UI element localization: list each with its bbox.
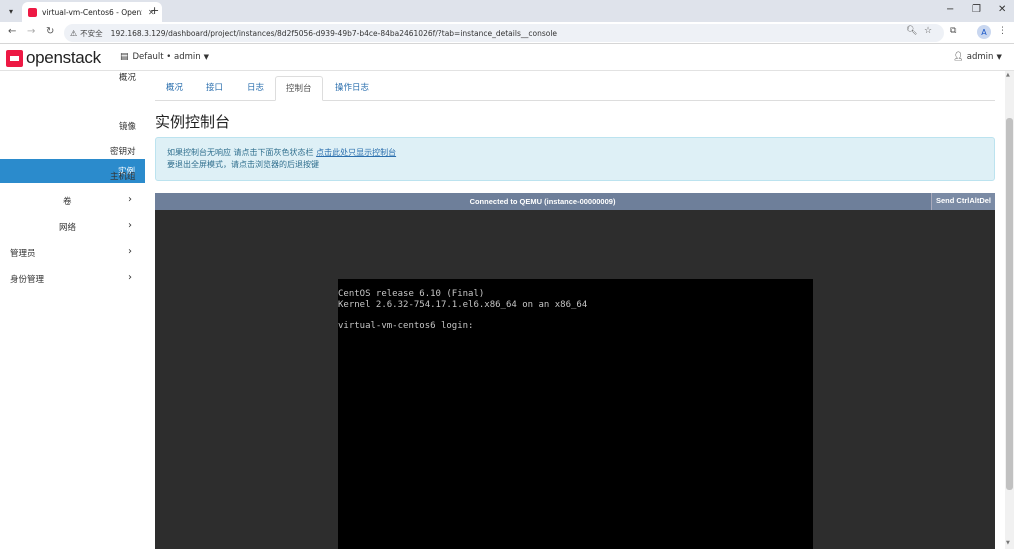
browser-tab[interactable]: virtual-vm-Centos6 - OpenSt ✕ bbox=[22, 2, 162, 22]
console-status-bar[interactable]: Connected to QEMU (instance-00000009) Se… bbox=[155, 193, 995, 210]
sidebar-item-images[interactable]: 镜像 bbox=[119, 120, 136, 132]
restore-icon[interactable]: ❐ bbox=[972, 4, 981, 15]
browser-address-bar: ← → ↻ ⚠ 不安全 192.168.3.129/dashboard/proj… bbox=[0, 22, 1014, 44]
info-alert: 如果控制台无响应 请点击下面灰色状态栏 点击此处只显示控制台 要退出全屏模式，请… bbox=[155, 137, 995, 181]
tab-console[interactable]: 控制台 bbox=[275, 76, 323, 101]
minimize-icon[interactable]: − bbox=[946, 4, 954, 15]
tab-overview[interactable]: 概况 bbox=[156, 76, 193, 101]
dashboard-header: openstack ▤ Default • admin ▼ 👤︎ admin ▼ bbox=[0, 44, 1014, 71]
chevron-right-icon[interactable]: › bbox=[128, 246, 132, 257]
terminal-line: CentOS release 6.10 (Final) bbox=[338, 289, 485, 299]
browser-menu-icon[interactable]: ⋮ bbox=[998, 26, 1007, 36]
profile-avatar[interactable]: A bbox=[977, 25, 991, 39]
openstack-logo-icon bbox=[6, 49, 23, 67]
chevron-right-icon[interactable]: › bbox=[128, 220, 132, 231]
console-status-text: Connected to QEMU (instance-00000009) bbox=[469, 197, 616, 206]
tab-interfaces[interactable]: 接口 bbox=[196, 76, 233, 101]
back-icon[interactable]: ← bbox=[8, 26, 16, 37]
page-title: 实例控制台 bbox=[155, 113, 231, 131]
logo-text: openstack bbox=[26, 48, 101, 67]
browser-tab-strip: ▾ virtual-vm-Centos6 - OpenSt ✕ + − ❐ ✕ bbox=[0, 0, 1014, 22]
scroll-down-icon[interactable]: ▼ bbox=[1006, 540, 1010, 546]
console-only-link[interactable]: 点击此处只显示控制台 bbox=[316, 148, 396, 157]
browser-tab-title: virtual-vm-Centos6 - OpenSt bbox=[42, 7, 142, 17]
sidebar: 概况 实例 镜像 密钥对 主机组 卷 › 网络 › 管理员 › 身份管理 › bbox=[0, 71, 145, 549]
openstack-logo[interactable]: openstack bbox=[6, 48, 101, 68]
sidebar-item-server-groups[interactable]: 主机组 bbox=[110, 170, 136, 182]
caret-down-icon: ▼ bbox=[996, 53, 1002, 61]
alert-text: 要退出全屏模式，请点击浏览器的后退按键 bbox=[167, 160, 319, 169]
window-close-icon[interactable]: ✕ bbox=[998, 4, 1006, 15]
reload-icon[interactable]: ↻ bbox=[46, 26, 54, 37]
insecure-label[interactable]: 不安全 bbox=[80, 28, 103, 39]
url-text: 192.168.3.129/dashboard/project/instance… bbox=[110, 28, 558, 38]
forward-icon[interactable]: → bbox=[27, 26, 35, 37]
send-ctrl-alt-del-button[interactable]: Send CtrlAltDel bbox=[930, 193, 995, 210]
chevron-right-icon[interactable]: › bbox=[128, 272, 132, 283]
user-menu[interactable]: 👤︎ admin ▼ bbox=[953, 52, 1002, 62]
caret-down-icon: ▼ bbox=[203, 53, 210, 61]
terminal-line: Kernel 2.6.32-754.17.1.el6.x86_64 on an … bbox=[338, 299, 588, 310]
sidebar-item-identity[interactable]: 身份管理 bbox=[10, 273, 44, 285]
user-menu-label: admin bbox=[966, 52, 994, 62]
warning-icon[interactable]: ⚠ bbox=[70, 29, 77, 38]
openstack-favicon-icon bbox=[28, 7, 37, 17]
tab-action-log[interactable]: 操作日志 bbox=[325, 76, 379, 101]
alert-text: 如果控制台无响应 请点击下面灰色状态栏 bbox=[167, 148, 314, 157]
sidebar-item-keypairs[interactable]: 密钥对 bbox=[110, 145, 136, 157]
sidebar-item-network[interactable]: 网络 bbox=[59, 221, 76, 233]
sidebar-item-overview[interactable]: 概况 bbox=[119, 71, 136, 83]
vm-screen[interactable]: CentOS release 6.10 (Final) Kernel 2.6.3… bbox=[338, 279, 813, 549]
project-selector-label: Default • admin bbox=[132, 52, 201, 62]
terminal-line: virtual-vm-centos6 login: bbox=[338, 320, 474, 331]
project-icon: ▤ bbox=[120, 52, 129, 62]
sidebar-item-admin[interactable]: 管理员 bbox=[10, 247, 36, 259]
new-tab-icon[interactable]: + bbox=[150, 4, 159, 17]
sidebar-item-volumes[interactable]: 卷 bbox=[63, 195, 72, 207]
instance-detail-tabs: 概况 接口 日志 控制台 操作日志 bbox=[155, 76, 995, 101]
zoom-icon[interactable]: 🔍︎ bbox=[906, 26, 917, 36]
tab-log[interactable]: 日志 bbox=[237, 76, 274, 101]
project-selector[interactable]: ▤ Default • admin ▼ bbox=[120, 52, 209, 62]
scroll-up-icon[interactable]: ▲ bbox=[1006, 72, 1010, 78]
terminal-output: CentOS release 6.10 (Final) Kernel 2.6.3… bbox=[338, 289, 587, 331]
tab-search-icon[interactable]: ▾ bbox=[3, 3, 19, 19]
url-input[interactable]: ⚠ 不安全 192.168.3.129/dashboard/project/in… bbox=[64, 24, 944, 42]
bookmark-star-icon[interactable]: ☆ bbox=[924, 26, 932, 36]
extensions-icon[interactable]: ⧉ bbox=[950, 26, 956, 36]
scrollbar-thumb[interactable] bbox=[1006, 118, 1013, 490]
chevron-right-icon[interactable]: › bbox=[128, 194, 132, 205]
user-icon: 👤︎ bbox=[953, 52, 964, 62]
